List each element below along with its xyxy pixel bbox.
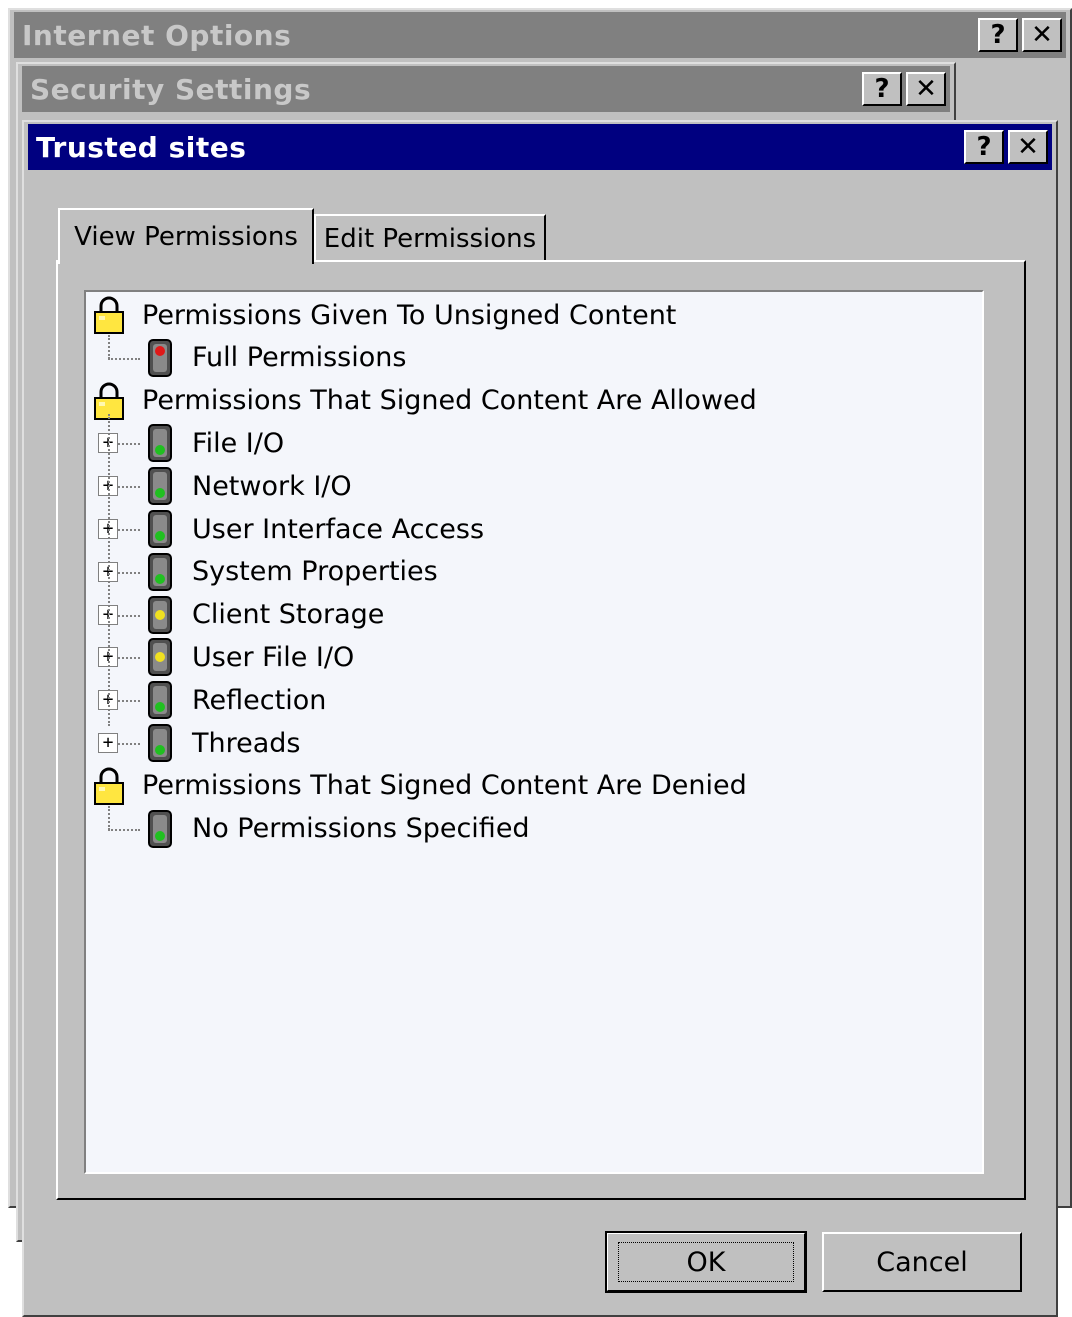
- tree-node-label: Full Permissions: [192, 342, 407, 374]
- tree-connector: [118, 571, 140, 574]
- close-button[interactable]: ✕: [1008, 130, 1048, 164]
- tree-group-node[interactable]: Permissions Given To Unsigned Content: [86, 294, 976, 336]
- tree-node-label: No Permissions Specified: [192, 813, 530, 845]
- green-light-icon: [146, 809, 174, 849]
- tree-connector: [118, 657, 140, 660]
- tree-node-label: System Properties: [192, 556, 438, 588]
- close-button[interactable]: ✕: [906, 72, 946, 106]
- tab-panel: Permissions Given To Unsigned Content Ful…: [56, 260, 1026, 1200]
- tree-node-label: Threads: [192, 727, 301, 759]
- help-button[interactable]: ?: [862, 72, 902, 106]
- security-settings-titlebar[interactable]: Security Settings ? ✕: [22, 66, 950, 112]
- tab-view-permissions[interactable]: View Permissions: [58, 208, 314, 264]
- green-light-icon: [146, 680, 174, 720]
- green-light-icon: [146, 423, 174, 463]
- expand-icon[interactable]: +: [98, 733, 118, 753]
- tree-node[interactable]: + Reflection: [86, 679, 976, 721]
- tree-node[interactable]: + User File I/O: [86, 636, 976, 678]
- green-light-icon: [146, 723, 174, 763]
- tree-connector: [108, 357, 140, 360]
- cancel-button-label: Cancel: [876, 1246, 968, 1278]
- yellow-light-icon: [146, 595, 174, 635]
- tree-connector: [118, 529, 140, 531]
- window-title: Security Settings: [30, 72, 312, 106]
- green-light-icon: [146, 466, 174, 506]
- tree-node[interactable]: Full Permissions: [86, 334, 976, 379]
- tree-node-label: User File I/O: [192, 641, 355, 673]
- trusted-sites-dialog: Trusted sites ? ✕ View Permissions Edit …: [22, 120, 1058, 1317]
- ok-button[interactable]: OK: [605, 1231, 807, 1293]
- tree-node[interactable]: + System Properties: [86, 551, 976, 593]
- close-button[interactable]: ✕: [1022, 18, 1062, 52]
- tree-group-label: Permissions That Signed Content Are Deni…: [142, 770, 747, 802]
- green-light-icon: [146, 552, 174, 592]
- tree-connector: [118, 443, 140, 446]
- tree-connector: [108, 828, 140, 831]
- dialog-title: Trusted sites: [36, 130, 247, 164]
- trusted-sites-titlebar[interactable]: Trusted sites ? ✕: [28, 124, 1052, 170]
- internet-options-titlebar[interactable]: Internet Options ? ✕: [14, 12, 1066, 58]
- tree-node[interactable]: + User Interface Access: [86, 508, 976, 550]
- tree-connector: [118, 700, 140, 703]
- tree-connector: [108, 334, 110, 359]
- tree-connector: [108, 805, 110, 830]
- window-title: Internet Options: [22, 18, 292, 52]
- tree-node-label: Reflection: [192, 684, 327, 716]
- tree-node[interactable]: + Threads: [86, 722, 976, 764]
- tree-node[interactable]: + Network I/O: [86, 465, 976, 507]
- tree-node-label: Network I/O: [192, 470, 352, 502]
- tree-connector: [108, 413, 110, 726]
- tree-connector: [118, 614, 140, 617]
- tree-node-label: Client Storage: [192, 599, 385, 631]
- lock-icon: [92, 766, 126, 806]
- permissions-tree[interactable]: Permissions Given To Unsigned Content Ful…: [84, 290, 984, 1174]
- help-button[interactable]: ?: [978, 18, 1018, 52]
- tab-edit-permissions[interactable]: Edit Permissions: [314, 214, 546, 262]
- lock-icon: [92, 295, 126, 335]
- tree-connector: [118, 486, 140, 489]
- cancel-button[interactable]: Cancel: [822, 1232, 1022, 1292]
- ok-button-label: OK: [686, 1246, 726, 1278]
- red-light-icon: [146, 338, 174, 378]
- tree-connector: [118, 743, 140, 745]
- tree-group-node[interactable]: Permissions That Signed Content Are Allo…: [86, 380, 976, 422]
- tree-node-label: User Interface Access: [192, 513, 485, 545]
- tree-node[interactable]: + Client Storage: [86, 594, 976, 636]
- tree-group-label: Permissions Given To Unsigned Content: [142, 299, 677, 331]
- tree-node[interactable]: + File I/O: [86, 422, 976, 464]
- help-button[interactable]: ?: [964, 130, 1004, 164]
- tree-group-node[interactable]: Permissions That Signed Content Are Deni…: [86, 765, 976, 807]
- green-light-icon: [146, 509, 174, 549]
- tree-group-label: Permissions That Signed Content Are Allo…: [142, 385, 757, 417]
- tree-node[interactable]: No Permissions Specified: [86, 805, 976, 850]
- yellow-light-icon: [146, 637, 174, 677]
- tree-node-label: File I/O: [192, 427, 285, 459]
